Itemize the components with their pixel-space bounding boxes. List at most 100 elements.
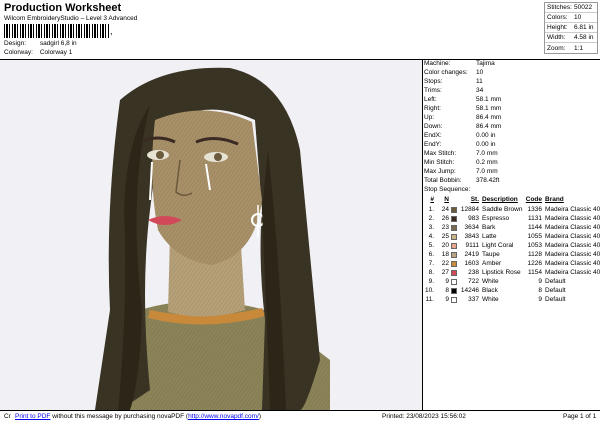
row-stitches: 12884	[460, 206, 479, 213]
row-stitches: 238	[468, 269, 479, 276]
colorway-value: Colorway 1	[39, 49, 73, 56]
row-needle: 26	[441, 215, 449, 222]
sequence-row: 2. 26 983 Espresso 1131 Madeira Classic 40	[424, 214, 600, 223]
row-number: 8.	[428, 269, 434, 276]
row-stitches: 2419	[464, 251, 479, 258]
print-to-pdf-link[interactable]: Print to PDF	[15, 413, 50, 420]
color-swatch-cell	[449, 269, 458, 276]
info-value: 58.1 mm	[476, 96, 502, 103]
stats-row-stitches: Stitches: 50022	[545, 3, 597, 13]
stats-label: Colors:	[547, 14, 568, 21]
row-stitches: 3634	[464, 224, 479, 231]
color-swatch	[450, 215, 457, 222]
color-swatch-cell	[449, 233, 458, 240]
row-stitches: 3843	[464, 233, 479, 240]
row-description: White	[482, 278, 499, 285]
info-row: Down: 86.4 mm	[424, 123, 501, 132]
stats-value: 4.58 in	[574, 34, 594, 41]
info-value: 34	[476, 87, 484, 94]
design-value: sadgirl 6,8 in	[39, 40, 77, 47]
row-stitches: 9111	[465, 242, 480, 249]
stop-sequence-title: Stop Sequence:	[424, 186, 470, 195]
row-needle: 27	[441, 269, 449, 276]
info-row: EndX: 0.00 in	[424, 132, 496, 141]
header-n: N	[444, 196, 449, 203]
info-row: EndY: 0.00 in	[424, 141, 496, 150]
color-swatch	[450, 251, 457, 258]
info-value: 86.4 mm	[476, 123, 502, 130]
row-number: 4.	[428, 233, 434, 240]
row-description: Light Coral	[482, 242, 514, 249]
color-swatch	[450, 233, 457, 240]
info-row: Max Jump: 7.0 mm	[424, 168, 498, 177]
color-swatch	[450, 206, 457, 213]
row-description: Bark	[482, 224, 496, 231]
info-label: Machine:	[424, 60, 451, 67]
color-swatch	[450, 269, 457, 276]
row-brand: Madeira Classic 40	[545, 260, 600, 267]
stats-label: Width:	[547, 34, 566, 41]
stats-value: 50022	[574, 4, 593, 11]
info-value: 7.0 mm	[476, 150, 498, 157]
sequence-row: 1. 24 12884 Saddle Brown 1336 Madeira Classic…	[424, 205, 600, 214]
info-label: Stops:	[424, 78, 443, 85]
row-brand: Madeira Classic 40	[545, 251, 600, 258]
row-code: 1055	[527, 233, 542, 240]
footer-middle: without this message by purchasing novaP…	[50, 413, 189, 420]
row-stitches: 1603	[464, 260, 479, 267]
footer-message: Print to PDF without this message by pur…	[15, 413, 261, 420]
row-description: White	[482, 296, 499, 303]
design-row: Design: sadgirl 6,8 in	[4, 40, 77, 47]
page-title: Production Worksheet	[4, 2, 122, 14]
info-label: Right:	[424, 105, 441, 112]
row-brand: Madeira Classic 40	[545, 242, 600, 249]
row-needle: 25	[441, 233, 449, 240]
header-swatch	[449, 196, 458, 203]
row-code: 1128	[528, 251, 542, 258]
header-code: Code	[525, 196, 542, 203]
row-code: 1144	[528, 224, 542, 231]
color-swatch-cell	[449, 242, 458, 249]
row-number: 7.	[428, 260, 434, 267]
row-code: 9	[538, 296, 542, 303]
sequence-row: 8. 27 238 Lipstick Rose 1154 Madeira Classic …	[424, 268, 600, 277]
sequence-row: 6. 18 2419 Taupe 1128 Madeira Classic 40	[424, 250, 600, 259]
footer: Cr Print to PDF without this message by …	[0, 410, 600, 424]
row-code: 1226	[527, 260, 542, 267]
row-description: Taupe	[482, 251, 500, 258]
novapdf-link[interactable]: http://www.novapdf.com/	[188, 413, 259, 420]
sequence-row: 11. 9 337 White 9 Default	[424, 295, 600, 304]
row-stitches: 14246	[460, 287, 479, 294]
info-row: Color changes: 10	[424, 69, 483, 78]
row-description: Amber	[482, 260, 502, 267]
info-label: EndX:	[424, 132, 442, 139]
stats-row-width: Width: 4.58 in	[545, 33, 597, 43]
info-label: Max Stitch:	[424, 150, 457, 157]
page-number: Page 1 of 1	[563, 413, 597, 420]
info-value: 378.42ft	[476, 177, 500, 184]
row-needle: 9	[445, 296, 449, 303]
sequence-row: 5. 20 9111 Light Coral 1053 Madeira Classic 4…	[424, 241, 600, 250]
info-label: Left:	[424, 96, 437, 103]
row-needle: 23	[441, 224, 449, 231]
barcode-suffix: ,	[110, 26, 113, 36]
info-label: Total Bobbin:	[424, 177, 462, 184]
header-brand: Brand	[545, 196, 564, 203]
stats-row-zoom: Zoom: 1:1	[545, 43, 597, 53]
info-label: Down:	[424, 123, 443, 130]
printed-timestamp: Printed: 23/08/2023 15:56:02	[382, 413, 466, 420]
row-description: Saddle Brown	[482, 206, 523, 213]
row-number: 3.	[428, 224, 434, 231]
color-swatch	[450, 278, 457, 285]
stats-row-colors: Colors: 10	[545, 13, 597, 23]
stats-value: 10	[574, 14, 582, 21]
info-row: Min Stitch: 0.2 mm	[424, 159, 498, 168]
barcode	[4, 24, 110, 38]
info-label: Max Jump:	[424, 168, 456, 175]
info-row: Left: 58.1 mm	[424, 96, 501, 105]
info-label: Up:	[424, 114, 435, 121]
row-number: 9.	[428, 278, 434, 285]
row-needle: 24	[441, 206, 449, 213]
color-swatch-cell	[449, 260, 458, 267]
row-stitches: 983	[468, 215, 479, 222]
